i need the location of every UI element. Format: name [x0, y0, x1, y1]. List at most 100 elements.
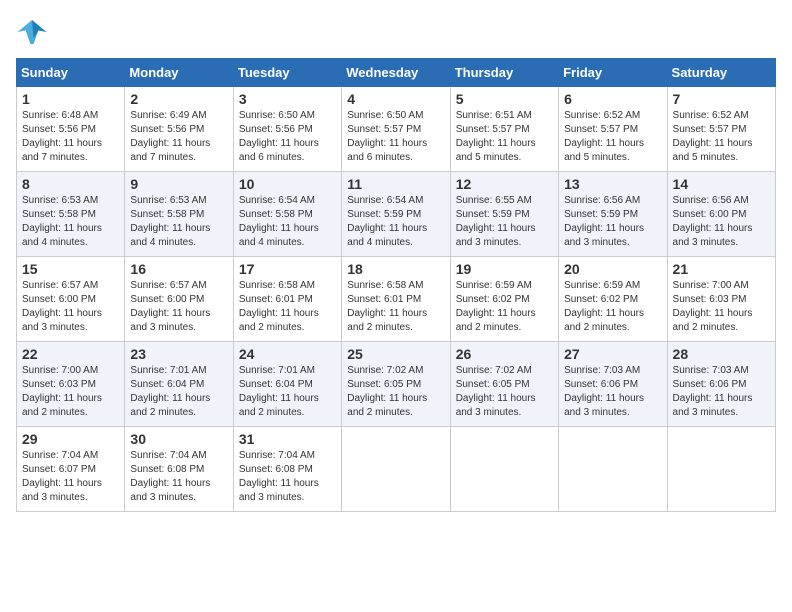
day-info: Sunrise: 6:54 AMSunset: 5:58 PMDaylight:…	[239, 194, 336, 250]
calendar-cell: 24Sunrise: 7:01 AMSunset: 6:04 PMDayligh…	[233, 342, 341, 427]
calendar-cell: 20 Sunrise: 6:59 AMSunset: 6:02 PMDayligh…	[559, 257, 667, 342]
day-number: 2	[130, 91, 227, 107]
day-info: Sunrise: 7:04 AMSunset: 6:08 PMDaylight:…	[239, 449, 336, 505]
calendar-cell: 5 Sunrise: 6:51 AMSunset: 5:57 PMDaylight…	[450, 87, 558, 172]
calendar-cell	[450, 427, 558, 512]
day-info: Sunrise: 6:55 AMSunset: 5:59 PMDaylight:…	[456, 194, 553, 250]
calendar-week-row: 8 Sunrise: 6:53 AMSunset: 5:58 PMDaylight…	[17, 172, 776, 257]
day-info: Sunrise: 6:57 AMSunset: 6:00 PMDaylight:…	[130, 279, 227, 335]
day-number: 8	[22, 176, 119, 192]
logo-icon	[16, 16, 48, 48]
day-info: Sunrise: 7:00 AMSunset: 6:03 PMDaylight:…	[673, 279, 770, 335]
page-header	[16, 16, 776, 48]
calendar-cell: 19Sunrise: 6:59 AMSunset: 6:02 PMDayligh…	[450, 257, 558, 342]
day-info: Sunrise: 6:48 AMSunset: 5:56 PMDaylight:…	[22, 109, 119, 165]
day-info: Sunrise: 6:58 AMSunset: 6:01 PMDaylight:…	[239, 279, 336, 335]
calendar-cell: 3Sunrise: 6:50 AMSunset: 5:56 PMDaylight…	[233, 87, 341, 172]
day-info: Sunrise: 7:00 AMSunset: 6:03 PMDaylight:…	[22, 364, 119, 420]
calendar-cell: 16Sunrise: 6:57 AMSunset: 6:00 PMDayligh…	[125, 257, 233, 342]
day-info: Sunrise: 6:56 AMSunset: 6:00 PMDaylight:…	[673, 194, 770, 250]
day-number: 29	[22, 431, 119, 447]
calendar-cell: 28 Sunrise: 7:03 AMSunset: 6:06 PMDayligh…	[667, 342, 775, 427]
day-number: 26	[456, 346, 553, 362]
day-number: 31	[239, 431, 336, 447]
calendar-table: SundayMondayTuesdayWednesdayThursdayFrid…	[16, 58, 776, 512]
calendar-cell: 14 Sunrise: 6:56 AMSunset: 6:00 PMDayligh…	[667, 172, 775, 257]
day-number: 24	[239, 346, 336, 362]
calendar-cell: 17 Sunrise: 6:58 AMSunset: 6:01 PMDayligh…	[233, 257, 341, 342]
day-info: Sunrise: 7:02 AMSunset: 6:05 PMDaylight:…	[456, 364, 553, 420]
calendar-cell: 9 Sunrise: 6:53 AMSunset: 5:58 PMDaylight…	[125, 172, 233, 257]
calendar-cell	[667, 427, 775, 512]
day-number: 20	[564, 261, 661, 277]
day-number: 3	[239, 91, 336, 107]
day-number: 27	[564, 346, 661, 362]
day-info: Sunrise: 7:02 AMSunset: 6:05 PMDaylight:…	[347, 364, 444, 420]
calendar-cell: 1 Sunrise: 6:48 AMSunset: 5:56 PMDaylight…	[17, 87, 125, 172]
calendar-cell: 30 Sunrise: 7:04 AMSunset: 6:08 PMDayligh…	[125, 427, 233, 512]
day-info: Sunrise: 6:58 AMSunset: 6:01 PMDaylight:…	[347, 279, 444, 335]
calendar-cell: 18Sunrise: 6:58 AMSunset: 6:01 PMDayligh…	[342, 257, 450, 342]
day-number: 6	[564, 91, 661, 107]
calendar-cell: 27 Sunrise: 7:03 AMSunset: 6:06 PMDayligh…	[559, 342, 667, 427]
calendar-week-row: 15 Sunrise: 6:57 AMSunset: 6:00 PMDayligh…	[17, 257, 776, 342]
weekday-header: Friday	[559, 59, 667, 87]
day-info: Sunrise: 6:51 AMSunset: 5:57 PMDaylight:…	[456, 109, 553, 165]
calendar-cell: 26 Sunrise: 7:02 AMSunset: 6:05 PMDayligh…	[450, 342, 558, 427]
day-info: Sunrise: 6:59 AMSunset: 6:02 PMDaylight:…	[564, 279, 661, 335]
day-info: Sunrise: 7:04 AMSunset: 6:08 PMDaylight:…	[130, 449, 227, 505]
day-number: 15	[22, 261, 119, 277]
calendar-cell: 21 Sunrise: 7:00 AMSunset: 6:03 PMDayligh…	[667, 257, 775, 342]
calendar-cell: 4 Sunrise: 6:50 AMSunset: 5:57 PMDaylight…	[342, 87, 450, 172]
calendar-cell	[559, 427, 667, 512]
calendar-cell: 12Sunrise: 6:55 AMSunset: 5:59 PMDayligh…	[450, 172, 558, 257]
day-number: 23	[130, 346, 227, 362]
day-info: Sunrise: 6:52 AMSunset: 5:57 PMDaylight:…	[564, 109, 661, 165]
calendar-cell: 6 Sunrise: 6:52 AMSunset: 5:57 PMDaylight…	[559, 87, 667, 172]
calendar-cell: 13 Sunrise: 6:56 AMSunset: 5:59 PMDayligh…	[559, 172, 667, 257]
day-info: Sunrise: 6:59 AMSunset: 6:02 PMDaylight:…	[456, 279, 553, 335]
calendar-cell: 11 Sunrise: 6:54 AMSunset: 5:59 PMDayligh…	[342, 172, 450, 257]
weekday-header: Monday	[125, 59, 233, 87]
day-number: 22	[22, 346, 119, 362]
day-info: Sunrise: 6:53 AMSunset: 5:58 PMDaylight:…	[130, 194, 227, 250]
calendar-week-row: 29 Sunrise: 7:04 AMSunset: 6:07 PMDayligh…	[17, 427, 776, 512]
day-number: 9	[130, 176, 227, 192]
day-info: Sunrise: 6:57 AMSunset: 6:00 PMDaylight:…	[22, 279, 119, 335]
day-info: Sunrise: 6:50 AMSunset: 5:57 PMDaylight:…	[347, 109, 444, 165]
weekday-header: Tuesday	[233, 59, 341, 87]
logo	[16, 16, 52, 48]
day-number: 25	[347, 346, 444, 362]
day-number: 11	[347, 176, 444, 192]
day-number: 30	[130, 431, 227, 447]
day-number: 28	[673, 346, 770, 362]
calendar-header-row: SundayMondayTuesdayWednesdayThursdayFrid…	[17, 59, 776, 87]
day-number: 10	[239, 176, 336, 192]
weekday-header: Thursday	[450, 59, 558, 87]
day-number: 4	[347, 91, 444, 107]
day-info: Sunrise: 6:52 AMSunset: 5:57 PMDaylight:…	[673, 109, 770, 165]
weekday-header: Sunday	[17, 59, 125, 87]
day-info: Sunrise: 7:01 AMSunset: 6:04 PMDaylight:…	[130, 364, 227, 420]
calendar-cell: 8Sunrise: 6:53 AMSunset: 5:58 PMDaylight…	[17, 172, 125, 257]
day-info: Sunrise: 7:04 AMSunset: 6:07 PMDaylight:…	[22, 449, 119, 505]
calendar-cell: 7 Sunrise: 6:52 AMSunset: 5:57 PMDaylight…	[667, 87, 775, 172]
calendar-week-row: 1 Sunrise: 6:48 AMSunset: 5:56 PMDaylight…	[17, 87, 776, 172]
weekday-header: Wednesday	[342, 59, 450, 87]
calendar-week-row: 22 Sunrise: 7:00 AMSunset: 6:03 PMDayligh…	[17, 342, 776, 427]
day-info: Sunrise: 7:03 AMSunset: 6:06 PMDaylight:…	[673, 364, 770, 420]
day-number: 14	[673, 176, 770, 192]
calendar-cell: 23 Sunrise: 7:01 AMSunset: 6:04 PMDayligh…	[125, 342, 233, 427]
calendar-cell: 2Sunrise: 6:49 AMSunset: 5:56 PMDaylight…	[125, 87, 233, 172]
day-number: 13	[564, 176, 661, 192]
calendar-cell: 31 Sunrise: 7:04 AMSunset: 6:08 PMDayligh…	[233, 427, 341, 512]
day-number: 21	[673, 261, 770, 277]
day-number: 17	[239, 261, 336, 277]
day-number: 7	[673, 91, 770, 107]
day-number: 5	[456, 91, 553, 107]
day-info: Sunrise: 7:03 AMSunset: 6:06 PMDaylight:…	[564, 364, 661, 420]
calendar-cell: 22 Sunrise: 7:00 AMSunset: 6:03 PMDayligh…	[17, 342, 125, 427]
day-info: Sunrise: 6:54 AMSunset: 5:59 PMDaylight:…	[347, 194, 444, 250]
day-number: 1	[22, 91, 119, 107]
day-info: Sunrise: 6:56 AMSunset: 5:59 PMDaylight:…	[564, 194, 661, 250]
